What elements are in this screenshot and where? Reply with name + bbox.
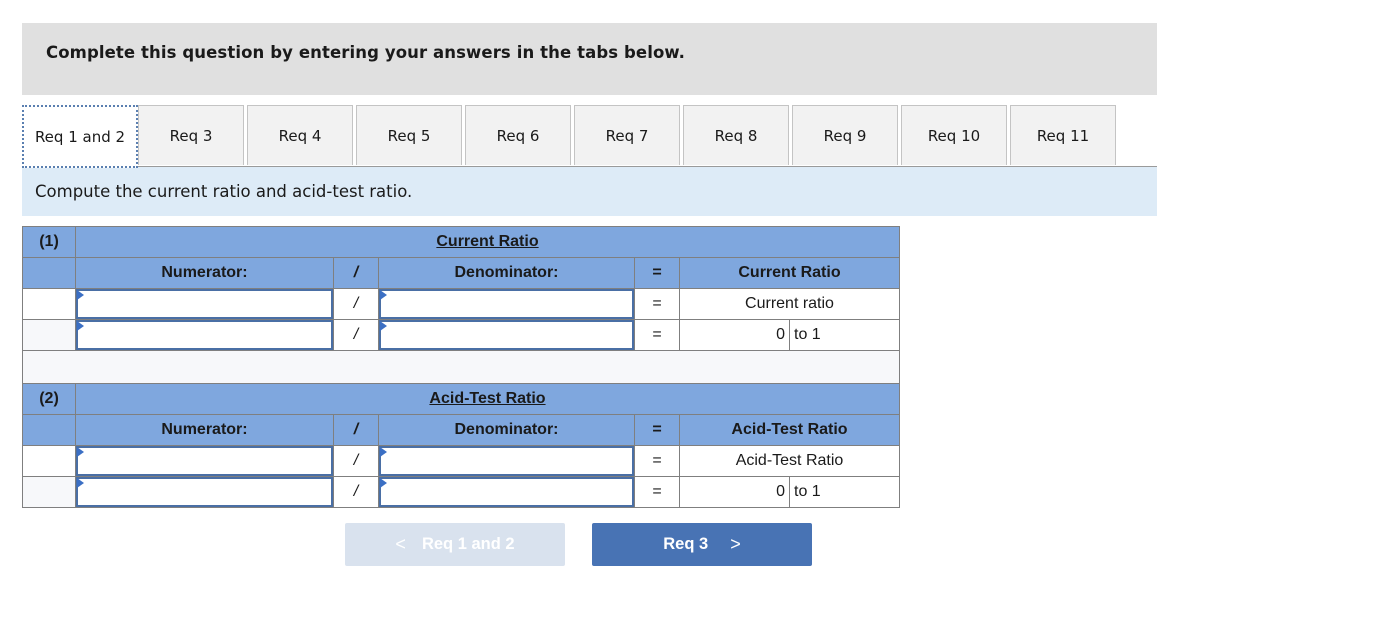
equals-header: = <box>634 414 680 446</box>
divide-symbol: / <box>333 445 379 477</box>
dropdown-flag-icon <box>77 321 84 331</box>
tab-req-3[interactable]: Req 3 <box>138 105 244 165</box>
numerator-header: Numerator: <box>75 414 334 446</box>
numerator-input[interactable] <box>76 477 333 507</box>
denominator-input[interactable] <box>379 320 634 350</box>
section-title-text: Current Ratio <box>436 233 539 250</box>
denominator-cell <box>378 476 635 508</box>
section-title-text: Acid-Test Ratio <box>429 390 546 407</box>
row-label-cell <box>22 319 76 351</box>
denominator-cell <box>378 445 635 477</box>
previous-button-label: Req 1 and 2 <box>421 535 515 553</box>
numerator-input[interactable] <box>76 446 333 476</box>
result-header: Acid-Test Ratio <box>679 414 900 446</box>
chevron-left-icon: < <box>395 534 406 554</box>
tab-req-11[interactable]: Req 11 <box>1010 105 1116 165</box>
blank-header-cell <box>22 257 76 289</box>
equals-symbol: = <box>634 288 680 320</box>
column-header-row: Numerator: / Denominator: = Current Rati… <box>22 257 900 289</box>
tab-req-6[interactable]: Req 6 <box>465 105 571 165</box>
tab-req-4[interactable]: Req 4 <box>247 105 353 165</box>
tab-req-9[interactable]: Req 9 <box>792 105 898 165</box>
numerator-cell <box>75 288 334 320</box>
chevron-right-icon: > <box>730 534 741 554</box>
result-label: Acid-Test Ratio <box>679 445 900 477</box>
row-label-cell <box>22 288 76 320</box>
table-row: / = 0 to 1 <box>22 476 900 508</box>
table-row: / = Current ratio <box>22 288 900 320</box>
divide-header: / <box>333 257 379 289</box>
denominator-input[interactable] <box>379 289 634 319</box>
ratio-table: (1) Current Ratio Numerator: / Denominat… <box>22 226 900 508</box>
denominator-header: Denominator: <box>378 414 635 446</box>
divide-header: / <box>333 414 379 446</box>
numerator-cell <box>75 445 334 477</box>
dropdown-flag-icon <box>77 290 84 300</box>
result-label: Current ratio <box>679 288 900 320</box>
equals-symbol: = <box>634 445 680 477</box>
dropdown-flag-icon <box>380 290 387 300</box>
section-title-row: (2) Acid-Test Ratio <box>22 383 900 415</box>
section-title-row: (1) Current Ratio <box>22 226 900 258</box>
numerator-cell <box>75 476 334 508</box>
prompt-bar: Compute the current ratio and acid-test … <box>22 167 1157 216</box>
next-requirement-button[interactable]: Req 3 > <box>592 523 812 566</box>
result-suffix: to 1 <box>789 319 900 351</box>
equals-symbol: = <box>634 476 680 508</box>
section-title: Current Ratio <box>75 226 900 258</box>
denominator-header: Denominator: <box>378 257 635 289</box>
denominator-input[interactable] <box>379 477 634 507</box>
tab-req-10[interactable]: Req 10 <box>901 105 1007 165</box>
column-header-row: Numerator: / Denominator: = Acid-Test Ra… <box>22 414 900 446</box>
tab-req-1-and-2[interactable]: Req 1 and 2 <box>22 105 138 168</box>
equals-symbol: = <box>634 319 680 351</box>
result-value: 0 <box>679 476 790 508</box>
row-label-cell <box>22 476 76 508</box>
tab-req-7[interactable]: Req 7 <box>574 105 680 165</box>
instruction-text: Complete this question by entering your … <box>46 43 686 62</box>
dropdown-flag-icon <box>77 478 84 488</box>
divide-symbol: / <box>333 319 379 351</box>
instruction-bar: Complete this question by entering your … <box>22 23 1157 95</box>
denominator-cell <box>378 319 635 351</box>
spacer-cell <box>22 350 900 384</box>
numerator-cell <box>75 319 334 351</box>
divide-symbol: / <box>333 288 379 320</box>
dropdown-flag-icon <box>380 478 387 488</box>
section-number: (2) <box>22 383 76 415</box>
dropdown-flag-icon <box>380 447 387 457</box>
equals-header: = <box>634 257 680 289</box>
numerator-input[interactable] <box>76 289 333 319</box>
prompt-text: Compute the current ratio and acid-test … <box>35 182 413 201</box>
table-row: / = 0 to 1 <box>22 319 900 351</box>
section-title: Acid-Test Ratio <box>75 383 900 415</box>
section-number: (1) <box>22 226 76 258</box>
divide-symbol: / <box>333 476 379 508</box>
numerator-input[interactable] <box>76 320 333 350</box>
row-label-cell <box>22 445 76 477</box>
blank-header-cell <box>22 414 76 446</box>
denominator-input[interactable] <box>379 446 634 476</box>
result-header: Current Ratio <box>679 257 900 289</box>
table-row: / = Acid-Test Ratio <box>22 445 900 477</box>
dropdown-flag-icon <box>380 321 387 331</box>
denominator-cell <box>378 288 635 320</box>
tab-req-5[interactable]: Req 5 <box>356 105 462 165</box>
numerator-header: Numerator: <box>75 257 334 289</box>
result-value: 0 <box>679 319 790 351</box>
requirement-tabs: Req 1 and 2 Req 3 Req 4 Req 5 Req 6 Req … <box>22 105 1157 168</box>
result-suffix: to 1 <box>789 476 900 508</box>
dropdown-flag-icon <box>77 447 84 457</box>
section-spacer <box>22 350 900 384</box>
next-button-label: Req 3 <box>663 535 709 553</box>
previous-requirement-button[interactable]: < Req 1 and 2 <box>345 523 565 566</box>
tab-req-8[interactable]: Req 8 <box>683 105 789 165</box>
